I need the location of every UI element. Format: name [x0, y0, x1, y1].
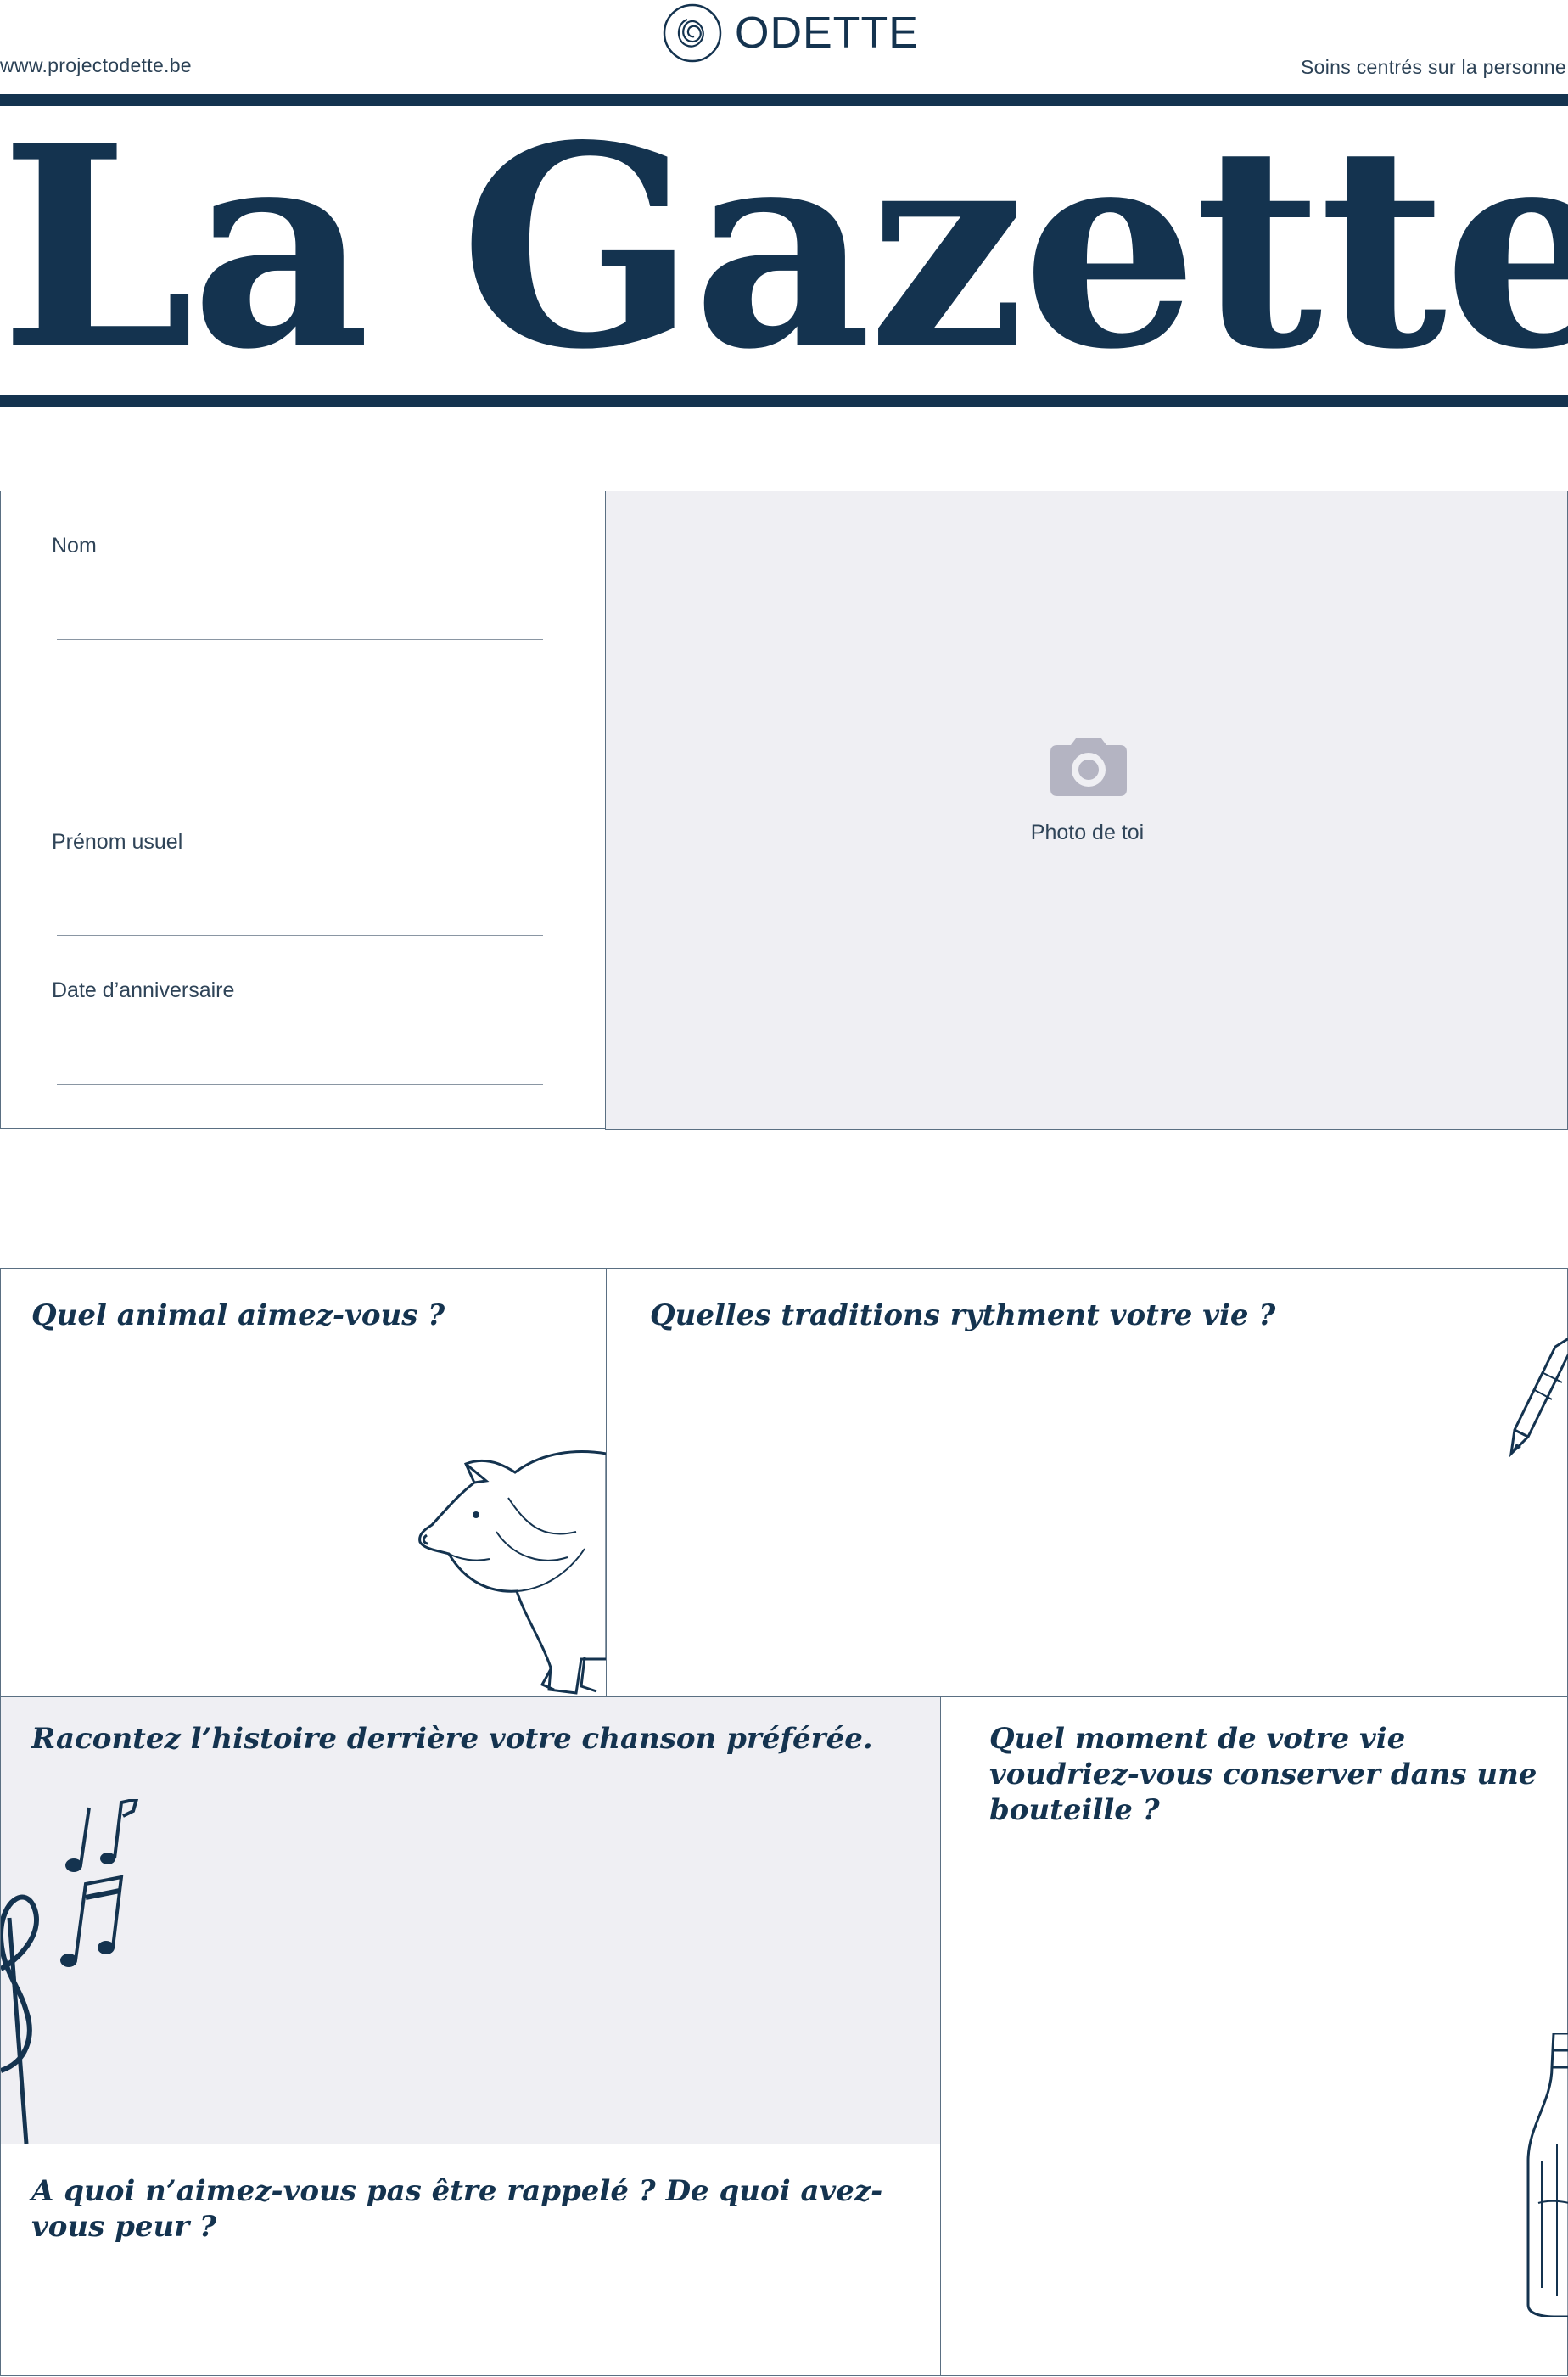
question-bottle-box[interactable]: Quel moment de votre vie voudriez-vous c…: [940, 1696, 1568, 2376]
pig-illustration: [418, 1450, 607, 1695]
tagline: Soins centrés sur la personne: [1301, 56, 1566, 78]
birthday-line[interactable]: [57, 1084, 543, 1085]
first-name-line[interactable]: [57, 935, 543, 936]
bottle-illustration: [1526, 2033, 1568, 2317]
question-fear: A quoi n’aimez-vous pas être rappelé ? D…: [31, 2174, 883, 2244]
brand-name: ODETTE: [735, 8, 919, 58]
question-traditions-box[interactable]: Quelles traditions rythment votre vie ?: [606, 1268, 1568, 1697]
camera-icon: [1050, 738, 1127, 796]
question-animal: Quel animal aimez-vous ?: [31, 1298, 445, 1332]
name-label: Nom: [52, 534, 97, 558]
question-animal-box[interactable]: Quel animal aimez-vous ?: [0, 1268, 607, 1697]
top-rule: [0, 94, 1568, 106]
question-song-box[interactable]: Racontez l’histoire derrière votre chans…: [0, 1696, 941, 2144]
odette-logo-icon: [663, 3, 722, 63]
question-bottle: Quel moment de votre vie voudriez-vous c…: [989, 1722, 1537, 1827]
birthday-label: Date d’anniversaire: [52, 978, 235, 1002]
brand-logo: ODETTE: [662, 2, 919, 64]
photo-placeholder[interactable]: Photo de toi: [605, 491, 1568, 1130]
question-traditions: Quelles traditions rythment votre vie ?: [650, 1298, 1276, 1332]
pencil-illustration: [1509, 1338, 1568, 1457]
question-fear-box[interactable]: A quoi n’aimez-vous pas être rappelé ? D…: [0, 2144, 941, 2376]
website-url: www.projectodette.be: [0, 54, 192, 76]
first-name-label: Prénom usuel: [52, 830, 183, 854]
name-line-1[interactable]: [57, 639, 543, 640]
photo-label: Photo de toi: [1030, 821, 1145, 844]
identity-form: Nom Prénom usuel Date d’anniversaire: [0, 491, 605, 1129]
page-title: La Gazette: [0, 121, 1568, 375]
question-song: Racontez l’histoire derrière votre chans…: [31, 1722, 873, 1756]
music-notes-illustration: [1, 1799, 139, 2144]
bottom-rule: [0, 395, 1568, 407]
